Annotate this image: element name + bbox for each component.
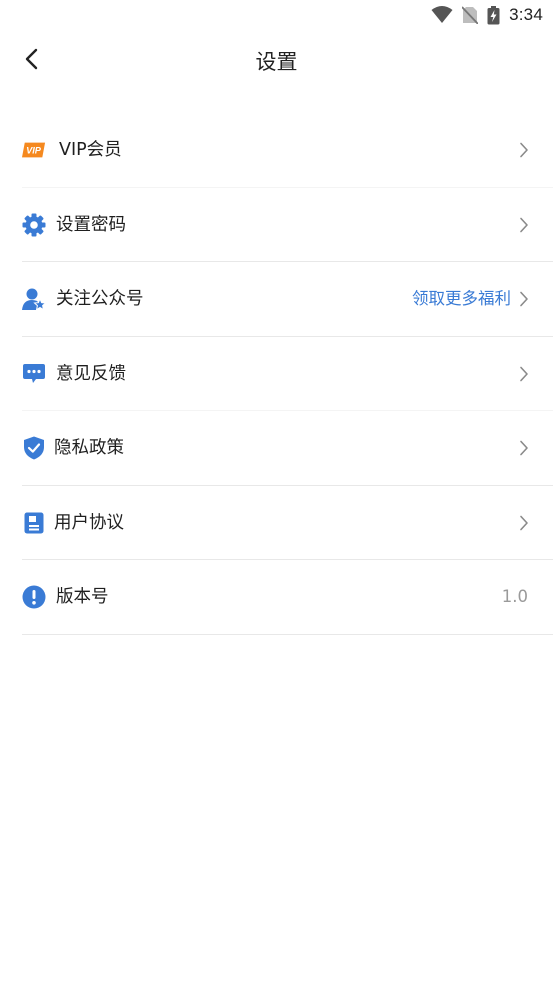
svg-text:VIP: VIP	[26, 146, 42, 156]
settings-label-password: 设置密码	[56, 214, 126, 235]
info-exclamation-icon	[22, 585, 46, 609]
chat-bubble-icon	[22, 362, 46, 386]
settings-label-version: 版本号	[56, 587, 109, 607]
chevron-right-icon	[520, 291, 528, 307]
settings-row-follow[interactable]: 关注公众号 领取更多福利	[22, 262, 553, 337]
no-sim-icon	[462, 6, 479, 24]
settings-list: VIP VIP会员 设置密码 关注公众号 领取更多福利 意见反馈 隐私政策 用户…	[0, 113, 553, 635]
chevron-right-icon	[520, 142, 528, 158]
shield-check-icon	[22, 436, 46, 460]
settings-label-privacy: 隐私政策	[54, 438, 124, 458]
chevron-right-icon	[520, 515, 528, 530]
settings-label-follow: 关注公众号	[56, 289, 144, 309]
status-time: 3:34	[509, 5, 543, 24]
settings-row-vip[interactable]: VIP VIP会员	[22, 113, 553, 188]
status-bar: 3:34	[0, 0, 553, 30]
settings-label-feedback: 意见反馈	[56, 363, 126, 384]
wifi-icon	[431, 6, 453, 23]
page-title: 设置	[255, 50, 298, 74]
status-icons: 3:34	[431, 5, 543, 25]
chevron-right-icon	[520, 366, 528, 381]
battery-charging-icon	[487, 5, 500, 24]
chevron-right-icon	[520, 440, 528, 456]
settings-row-privacy[interactable]: 隐私政策	[22, 411, 553, 486]
user-star-icon	[22, 287, 46, 311]
chevron-right-icon	[520, 217, 528, 232]
document-icon	[22, 511, 46, 535]
settings-row-version[interactable]: 版本号 1.0	[22, 560, 553, 635]
gear-icon	[22, 213, 46, 237]
settings-label-vip: VIP会员	[59, 140, 122, 160]
vip-badge-icon: VIP	[22, 138, 46, 162]
settings-label-agreement: 用户协议	[54, 512, 124, 533]
settings-row-feedback[interactable]: 意见反馈	[22, 337, 553, 411]
settings-row-password[interactable]: 设置密码	[22, 188, 553, 262]
follow-promo-link[interactable]: 领取更多福利	[412, 287, 511, 311]
settings-row-agreement[interactable]: 用户协议	[22, 486, 553, 560]
nav-bar: 设置	[0, 36, 553, 82]
version-value: 1.0	[501, 587, 528, 606]
